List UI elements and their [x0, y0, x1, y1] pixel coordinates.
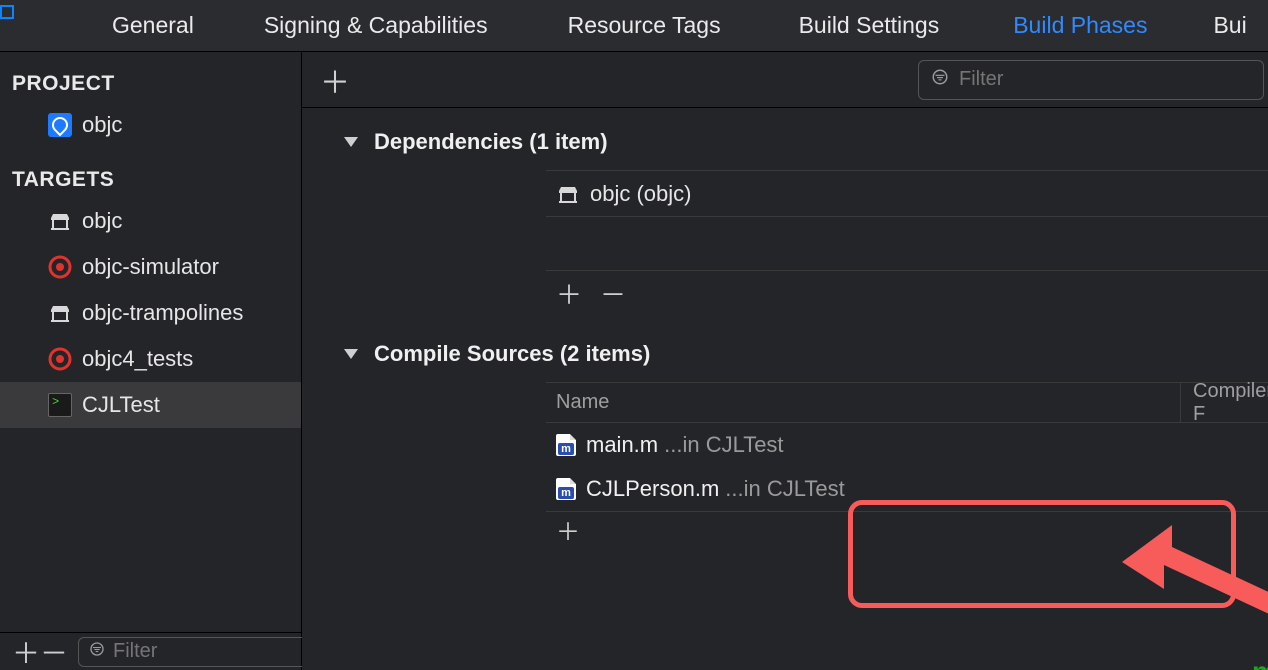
- compile-sources-table: Name Compiler F main.m ...in CJLTest CJL…: [546, 382, 1268, 512]
- add-dependency-button[interactable]: ＋: [556, 275, 582, 312]
- phase-title: Dependencies (1 item): [374, 129, 608, 155]
- phase-filter-input[interactable]: [959, 68, 1251, 91]
- target-icon: [48, 347, 72, 371]
- targets-section-header: TARGETS: [0, 148, 301, 198]
- filter-icon: [931, 68, 949, 91]
- build-phases-editor: ＋ Dependencies (1 item) objc (objc): [302, 52, 1268, 670]
- column-compiler-header[interactable]: Compiler F: [1180, 383, 1268, 422]
- column-name-header[interactable]: Name: [546, 391, 1180, 414]
- file-name: CJLPerson.m: [586, 476, 719, 502]
- target-item-label: objc4_tests: [82, 346, 193, 372]
- phases-toolbar: ＋: [302, 52, 1268, 108]
- target-tabbar: General Signing & Capabilities Resource …: [0, 0, 1268, 52]
- add-phase-button[interactable]: ＋: [320, 58, 350, 102]
- objc-m-file-icon: [556, 434, 576, 456]
- phase-dependencies-body: objc (objc) ＋ －: [546, 170, 1268, 316]
- sidebar-footer: ＋ －: [0, 632, 301, 670]
- tab-build-settings[interactable]: Build Settings: [761, 12, 978, 39]
- target-item-label: objc-trampolines: [82, 300, 243, 326]
- add-target-button[interactable]: ＋: [12, 632, 40, 670]
- phase-title: Compile Sources (2 items): [374, 341, 650, 367]
- framework-icon: [556, 182, 580, 206]
- dependency-controls: ＋ －: [546, 270, 1268, 316]
- table-header-row: Name Compiler F: [546, 383, 1268, 423]
- project-navigator-sidebar: PROJECT objc TARGETS objc objc-simulator…: [0, 52, 302, 670]
- dependency-label: objc (objc): [590, 181, 691, 207]
- file-location-hint: ...in CJLTest: [725, 476, 844, 502]
- framework-icon: [48, 301, 72, 325]
- disclosure-triangle-icon: [344, 349, 358, 359]
- tab-signing-capabilities[interactable]: Signing & Capabilities: [224, 12, 528, 39]
- target-item-objc-trampolines[interactable]: objc-trampolines: [0, 290, 301, 336]
- phase-compile-sources-header[interactable]: Compile Sources (2 items): [340, 326, 1268, 382]
- framework-icon: [48, 209, 72, 233]
- project-item-objc[interactable]: objc: [0, 102, 301, 148]
- target-icon: [48, 255, 72, 279]
- target-item-objc4-tests[interactable]: objc4_tests: [0, 336, 301, 382]
- filter-icon: [89, 641, 105, 662]
- compile-sources-controls: ＋: [546, 512, 1268, 546]
- terminal-icon: [48, 393, 72, 417]
- file-location-hint: ...in CJLTest: [664, 432, 783, 458]
- target-item-label: objc: [82, 208, 122, 234]
- phase-filter-field[interactable]: [918, 60, 1264, 100]
- remove-dependency-button[interactable]: －: [600, 275, 626, 312]
- remove-target-button[interactable]: －: [40, 632, 68, 670]
- annotation-text: main 需要在第一位: [1252, 656, 1268, 670]
- tab-build-rules-cut[interactable]: Bui: [1183, 12, 1246, 39]
- appstore-icon: [48, 113, 72, 137]
- tab-general[interactable]: General: [82, 12, 224, 39]
- phase-compile-sources-body: Name Compiler F main.m ...in CJLTest CJL…: [546, 382, 1268, 546]
- disclosure-triangle-icon: [344, 137, 358, 147]
- target-item-label: CJLTest: [82, 392, 160, 418]
- tab-build-phases[interactable]: Build Phases: [977, 12, 1183, 39]
- table-row[interactable]: main.m ...in CJLTest: [546, 423, 1268, 467]
- dependency-row[interactable]: objc (objc): [546, 170, 1268, 216]
- dependency-empty-row: [546, 216, 1268, 270]
- file-name: main.m: [586, 432, 658, 458]
- project-section-header: PROJECT: [0, 52, 301, 102]
- target-item-objc-simulator[interactable]: objc-simulator: [0, 244, 301, 290]
- target-item-label: objc-simulator: [82, 254, 219, 280]
- table-row[interactable]: CJLPerson.m ...in CJLTest: [546, 467, 1268, 511]
- window-corner-indicator: [0, 5, 14, 19]
- phase-dependencies-header[interactable]: Dependencies (1 item): [340, 114, 1268, 170]
- target-item-cjltest[interactable]: CJLTest: [0, 382, 301, 428]
- tab-resource-tags[interactable]: Resource Tags: [528, 12, 761, 39]
- target-item-objc[interactable]: objc: [0, 198, 301, 244]
- add-source-button[interactable]: ＋: [556, 512, 580, 547]
- objc-m-file-icon: [556, 478, 576, 500]
- project-item-label: objc: [82, 112, 122, 138]
